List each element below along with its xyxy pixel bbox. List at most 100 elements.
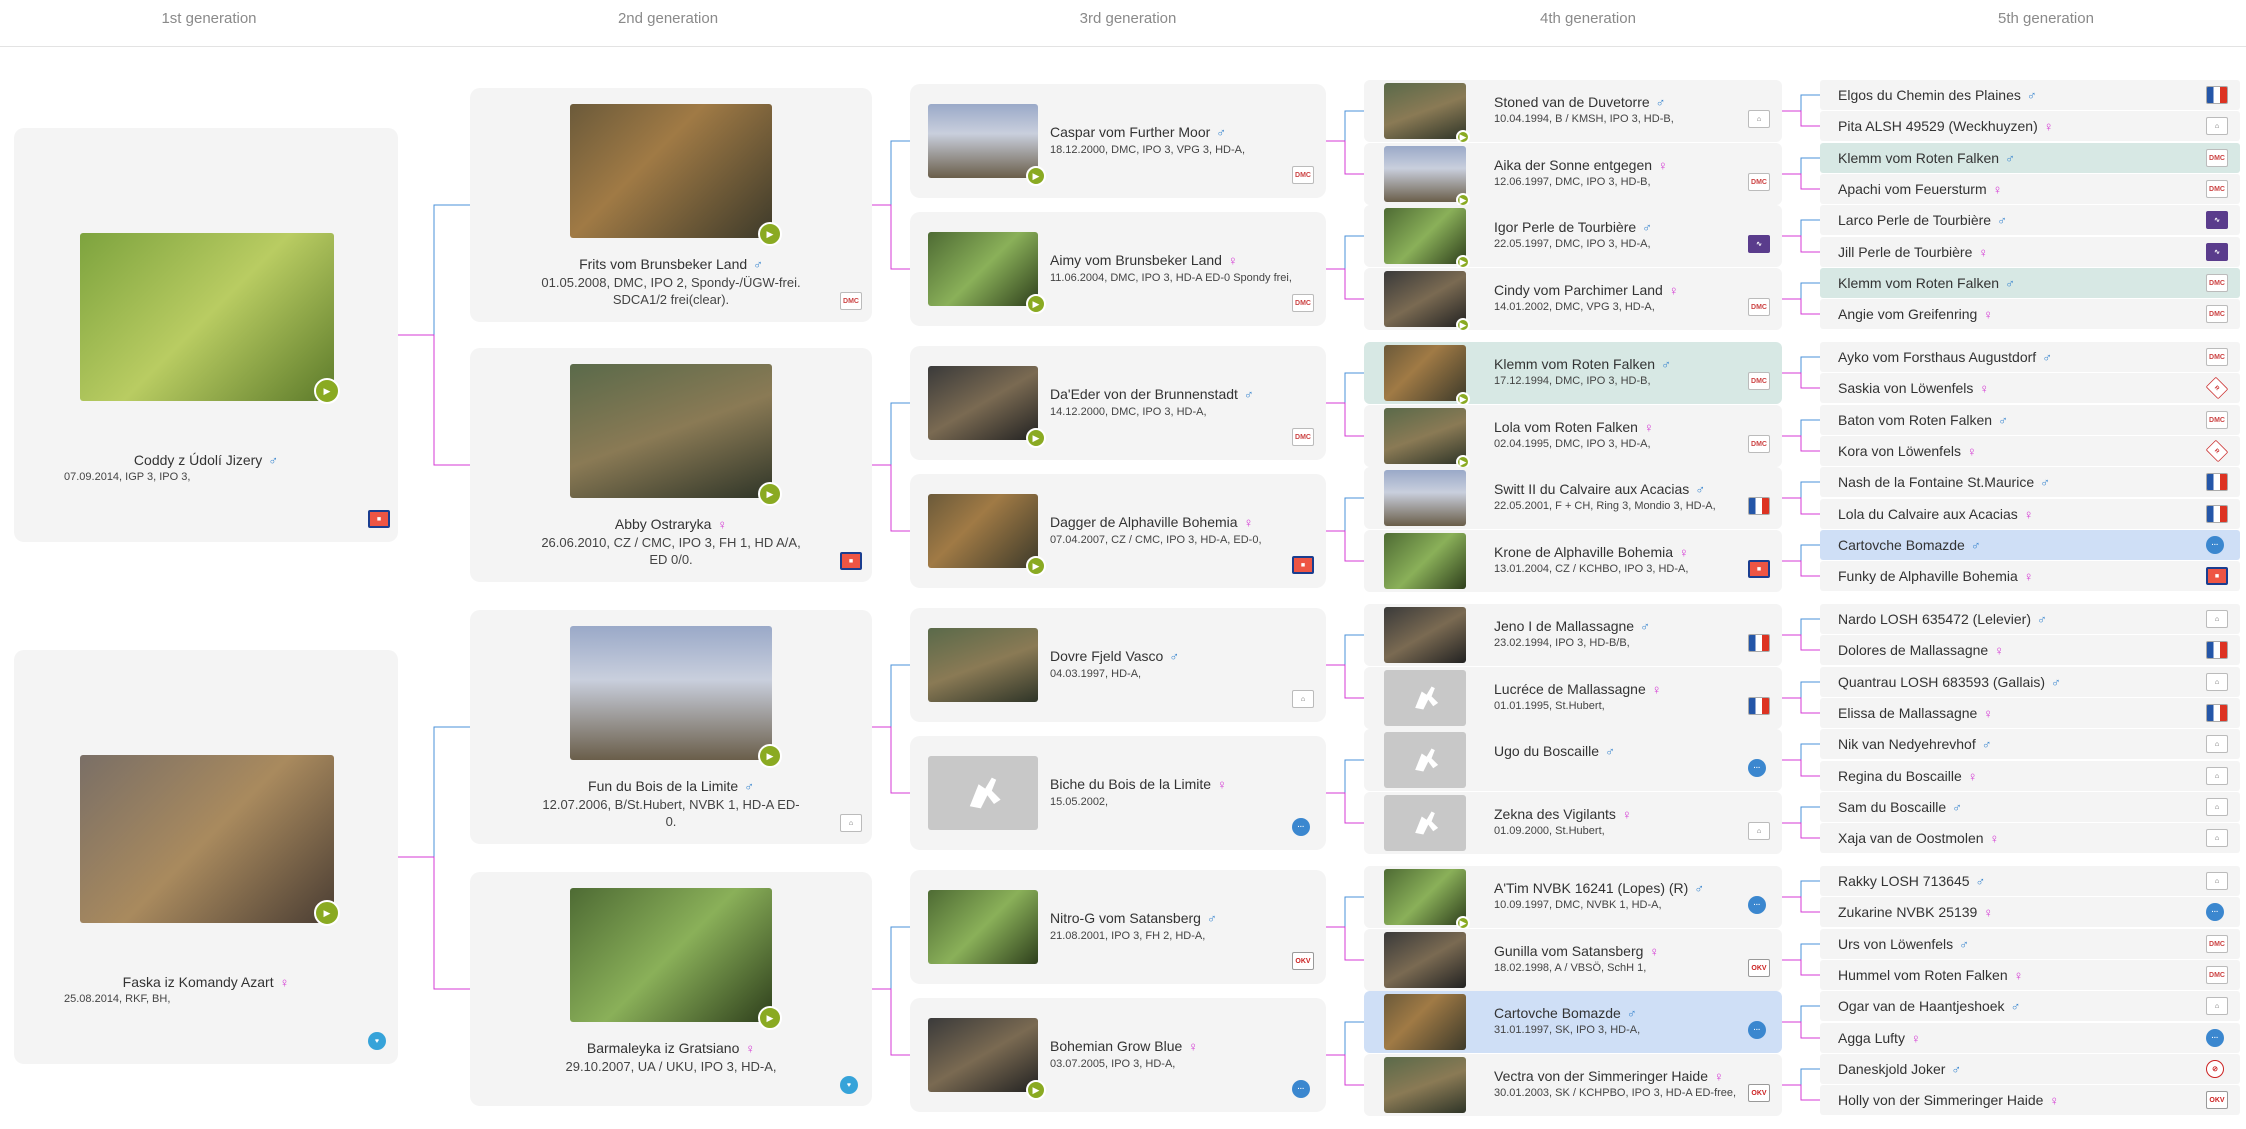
play-video-button[interactable]: ▶	[1026, 166, 1046, 186]
dog-name[interactable]: Jill Perle de Tourbière	[1838, 244, 1972, 260]
registry-logo[interactable]: ⌂	[2206, 798, 2228, 816]
pedigree-card-gen3[interactable]: ▶ Caspar vom Further Moor ♂ 18.12.2000, DMC…	[910, 84, 1326, 198]
dog-name-line[interactable]: Funky de Alphaville Bohemia ♀	[1838, 568, 2034, 584]
pedigree-card-gen3[interactable]: Dovre Fjeld Vasco ♂ 04.03.1997, HD-A, ⌂	[910, 608, 1326, 722]
pedigree-card-gen4[interactable]: Zekna des Vigilants ♀ 01.09.2000, St.Huber…	[1364, 792, 1782, 854]
play-video-button[interactable]: ▶	[314, 378, 340, 404]
registry-logo[interactable]: ♥	[840, 1076, 858, 1094]
dog-name[interactable]: Gunilla vom Satansberg	[1494, 943, 1643, 959]
dog-name-line[interactable]: Jeno I de Mallassagne ♂	[1494, 618, 1650, 634]
dog-name[interactable]: Klemm vom Roten Falken	[1838, 150, 1999, 166]
dog-name[interactable]: Nik van Nedyehrevhof	[1838, 736, 1976, 752]
play-video-button[interactable]: ▶	[1026, 428, 1046, 448]
dog-name-line[interactable]: Abby Ostraryka ♀	[470, 516, 872, 532]
registry-logo[interactable]: ⌂	[2206, 610, 2228, 628]
pedigree-card-gen5[interactable]: Daneskjold Joker ♂ ⊘	[1820, 1054, 2240, 1084]
dog-name[interactable]: Barmaleyka iz Gratsiano	[587, 1040, 740, 1056]
dog-name-line[interactable]: Baton vom Roten Falken ♂	[1838, 412, 2008, 428]
registry-logo[interactable]: ⌂	[2206, 767, 2228, 785]
pedigree-card-gen5[interactable]: Funky de Alphaville Bohemia ♀ ■	[1820, 561, 2240, 591]
dog-name[interactable]: Elgos du Chemin des Plaines	[1838, 87, 2021, 103]
registry-logo[interactable]: DMC	[1748, 435, 1770, 453]
dog-name-line[interactable]: Sam du Boscaille ♂	[1838, 799, 1962, 815]
dog-photo[interactable]	[80, 233, 334, 401]
pedigree-card-gen1[interactable]: ▶ Coddy z Údolí Jizery ♂ 07.09.2014, IGP 3,…	[14, 128, 398, 542]
registry-logo[interactable]: ♥	[368, 1032, 386, 1050]
registry-logo[interactable]: ⌂	[2206, 997, 2228, 1015]
pedigree-card-gen3[interactable]: Nitro-G vom Satansberg ♂ 21.08.2001, IPO 3…	[910, 870, 1326, 984]
dog-photo[interactable]	[928, 232, 1038, 306]
dog-name-line[interactable]: Apachi vom Feuersturm ♀	[1838, 181, 2002, 197]
dog-name-line[interactable]: Nardo LOSH 635472 (Lelevier) ♂	[1838, 611, 2047, 627]
dog-name[interactable]: Urs von Löwenfels	[1838, 936, 1953, 952]
pedigree-card-gen3[interactable]: ▶ Bohemian Grow Blue ♀ 03.07.2005, IPO 3, H…	[910, 998, 1326, 1112]
play-video-button[interactable]: ▶	[1026, 556, 1046, 576]
dog-name-line[interactable]: Saskia von Löwenfels ♀	[1838, 380, 1989, 396]
dog-name[interactable]: Switt II du Calvaire aux Acacias	[1494, 481, 1689, 497]
dog-name[interactable]: Hummel vom Roten Falken	[1838, 967, 2008, 983]
pedigree-card-gen5[interactable]: Ogar van de Haantjeshoek ♂ ⌂	[1820, 991, 2240, 1021]
play-video-button[interactable]: ▶	[1456, 392, 1470, 406]
dog-name-line[interactable]: Dovre Fjeld Vasco ♂	[1050, 648, 1179, 664]
registry-logo[interactable]: ⌂	[840, 814, 862, 832]
registry-logo[interactable]: ■	[840, 552, 862, 570]
dog-photo[interactable]	[80, 755, 334, 923]
dog-name-line[interactable]: Faska iz Komandy Azart ♀	[14, 974, 398, 990]
dog-name-line[interactable]: Quantrau LOSH 683593 (Gallais) ♂	[1838, 674, 2061, 690]
pedigree-card-gen5[interactable]: Pita ALSH 49529 (Weckhuyzen) ♀ ⌂	[1820, 111, 2240, 141]
registry-logo[interactable]: ■	[368, 510, 390, 528]
dog-name[interactable]: Cartovche Bomazde	[1494, 1005, 1621, 1021]
pedigree-card-gen5[interactable]: Dolores de Mallassagne ♀	[1820, 635, 2240, 665]
pedigree-card-gen4[interactable]: Krone de Alphaville Bohemia ♀ 13.01.2004, …	[1364, 530, 1782, 592]
dog-name[interactable]: Dovre Fjeld Vasco	[1050, 648, 1163, 664]
dog-photo[interactable]	[928, 494, 1038, 568]
pedigree-card-gen5[interactable]: Klemm vom Roten Falken ♂ DMC	[1820, 143, 2240, 173]
dog-name-line[interactable]: Klemm vom Roten Falken ♂	[1838, 275, 2015, 291]
pedigree-card-gen4[interactable]: Switt II du Calvaire aux Acacias ♂ 22.05.2…	[1364, 467, 1782, 529]
registry-logo[interactable]: ⌂	[2206, 735, 2228, 753]
play-video-button[interactable]: ▶	[1456, 130, 1470, 144]
play-video-button[interactable]: ▶	[1026, 1080, 1046, 1100]
dog-photo[interactable]	[928, 1018, 1038, 1092]
registry-logo[interactable]	[1748, 634, 1770, 652]
dog-name-line[interactable]: Krone de Alphaville Bohemia ♀	[1494, 544, 1689, 560]
pedigree-card-gen5[interactable]: Larco Perle de Tourbière ♂ ∿	[1820, 205, 2240, 235]
photo-placeholder[interactable]	[1384, 670, 1466, 726]
dog-photo[interactable]	[1384, 146, 1466, 202]
dog-name-line[interactable]: Agga Lufty ♀	[1838, 1030, 1921, 1046]
pedigree-card-gen5[interactable]: Elissa de Mallassagne ♀	[1820, 698, 2240, 728]
dog-name[interactable]: Krone de Alphaville Bohemia	[1494, 544, 1673, 560]
pedigree-card-gen5[interactable]: Lola du Calvaire aux Acacias ♀	[1820, 499, 2240, 529]
registry-logo[interactable]: DMC	[1292, 428, 1314, 446]
registry-logo[interactable]: ⌂	[2206, 872, 2228, 890]
dog-name[interactable]: Regina du Boscaille	[1838, 768, 1962, 784]
pedigree-card-gen4[interactable]: Cartovche Bomazde ♂ 31.01.1997, SK, IPO 3,…	[1364, 991, 1782, 1053]
dog-name[interactable]: Cartovche Bomazde	[1838, 537, 1965, 553]
dog-photo[interactable]	[570, 104, 772, 238]
pedigree-card-gen5[interactable]: Xaja van de Oostmolen ♀ ⌂	[1820, 823, 2240, 853]
pedigree-card-gen5[interactable]: Zukarine NVBK 25139 ♀ ···	[1820, 897, 2240, 927]
dog-name[interactable]: Elissa de Mallassagne	[1838, 705, 1977, 721]
dog-photo[interactable]	[1384, 533, 1466, 589]
registry-logo[interactable]: DMC	[2206, 149, 2228, 167]
pedigree-card-gen5[interactable]: Hummel vom Roten Falken ♀ DMC	[1820, 960, 2240, 990]
dog-photo[interactable]	[570, 364, 772, 498]
registry-logo[interactable]: DMC	[2206, 180, 2228, 198]
registry-logo[interactable]: ···	[2206, 536, 2224, 554]
registry-logo[interactable]: DMC	[2206, 305, 2228, 323]
dog-name-line[interactable]: Cartovche Bomazde ♂	[1838, 537, 1981, 553]
registry-logo[interactable]: ···	[1748, 1021, 1766, 1039]
pedigree-card-gen4[interactable]: ▶ Stoned van de Duvetorre ♂ 10.04.1994, B /…	[1364, 80, 1782, 144]
pedigree-card-gen4[interactable]: Gunilla vom Satansberg ♀ 18.02.1998, A / V…	[1364, 929, 1782, 991]
registry-logo[interactable]: R	[2205, 439, 2229, 463]
dog-name-line[interactable]: Urs von Löwenfels ♂	[1838, 936, 1969, 952]
dog-photo[interactable]	[1384, 83, 1466, 139]
dog-name-line[interactable]: Regina du Boscaille ♀	[1838, 768, 1978, 784]
dog-name-line[interactable]: Elissa de Mallassagne ♀	[1838, 705, 1993, 721]
dog-name-line[interactable]: Stoned van de Duvetorre ♂	[1494, 94, 1665, 110]
registry-logo[interactable]: ⌂	[1748, 822, 1770, 840]
dog-name-line[interactable]: Nitro-G vom Satansberg ♂	[1050, 910, 1217, 926]
dog-name[interactable]: Kora von Löwenfels	[1838, 443, 1961, 459]
pedigree-card-gen1[interactable]: ▶ Faska iz Komandy Azart ♀ 25.08.2014, RKF,…	[14, 650, 398, 1064]
registry-logo[interactable]: R	[2205, 376, 2229, 400]
